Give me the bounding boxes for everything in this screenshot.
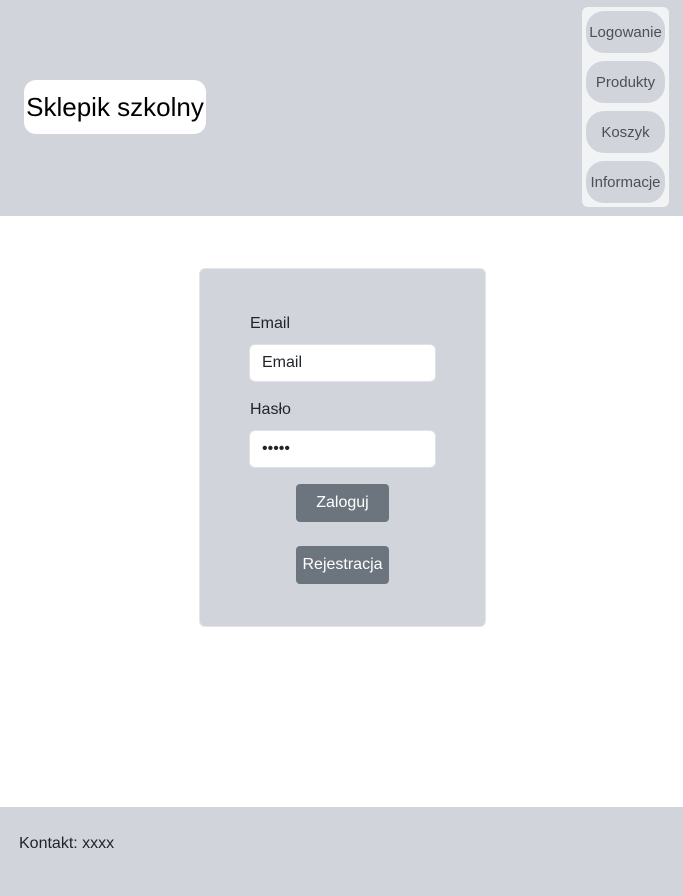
nav-item-produkty[interactable]: Produkty: [586, 61, 665, 103]
login-form: Email Hasło Zaloguj Rejestracja: [199, 268, 486, 627]
site-header: Sklepik szkolny Logowanie Produkty Koszy…: [0, 0, 683, 216]
nav-item-informacje[interactable]: Informacje: [586, 161, 665, 203]
email-input[interactable]: [249, 344, 436, 382]
login-button[interactable]: Zaloguj: [296, 484, 389, 522]
nav-item-koszyk[interactable]: Koszyk: [586, 111, 665, 153]
password-label: Hasło: [250, 401, 291, 418]
contact-text: Kontakt: xxxx: [19, 835, 115, 852]
email-label: Email: [250, 315, 291, 332]
register-button[interactable]: Rejestracja: [296, 546, 389, 584]
main-nav: Logowanie Produkty Koszyk Informacje: [582, 7, 669, 207]
brand-logo[interactable]: Sklepik szkolny: [24, 80, 206, 134]
site-footer: Kontakt: xxxx: [0, 807, 683, 896]
nav-item-logowanie[interactable]: Logowanie: [586, 11, 665, 53]
password-input[interactable]: [249, 430, 436, 468]
